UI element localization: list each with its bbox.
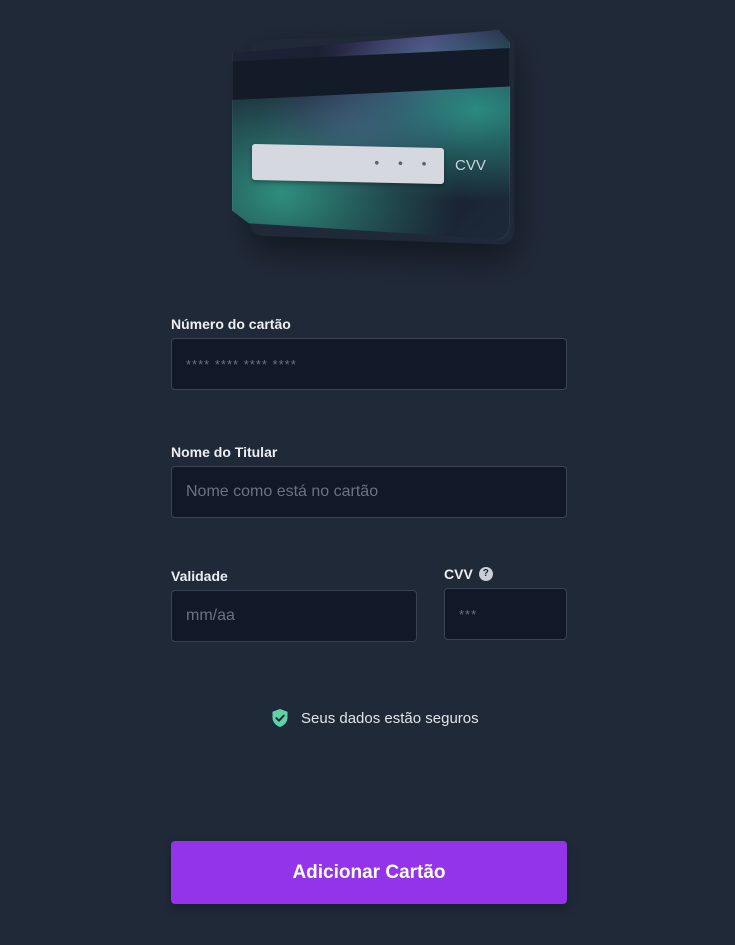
cvv-dots: • • • — [372, 156, 432, 173]
signature-strip: • • • — [252, 143, 444, 185]
card-number-input[interactable] — [171, 338, 567, 390]
holder-name-field: Nome do Titular — [171, 444, 567, 518]
add-card-button[interactable]: Adicionar Cartão — [171, 841, 567, 904]
cvv-field: CVV ? — [444, 566, 567, 640]
card-number-field: Número do cartão — [171, 316, 567, 390]
cvv-label: CVV — [444, 566, 473, 582]
cvv-input[interactable] — [444, 588, 567, 640]
card-preview: • • • CVV — [226, 22, 518, 248]
help-icon[interactable]: ? — [478, 567, 493, 581]
card-number-label: Número do cartão — [171, 316, 291, 332]
expiry-input[interactable] — [171, 590, 417, 642]
shield-check-icon — [271, 708, 289, 728]
holder-name-input[interactable] — [171, 466, 567, 518]
cvv-label-row: CVV ? — [444, 566, 567, 582]
card-cvv-label: CVV — [455, 157, 486, 174]
expiry-field: Validade — [171, 568, 417, 642]
card-edge — [232, 30, 510, 240]
holder-name-label: Nome do Titular — [171, 444, 278, 460]
expiry-label: Validade — [171, 568, 228, 584]
secure-text: Seus dados estão seguros — [301, 709, 479, 727]
secure-notice: Seus dados estão seguros — [271, 708, 479, 728]
